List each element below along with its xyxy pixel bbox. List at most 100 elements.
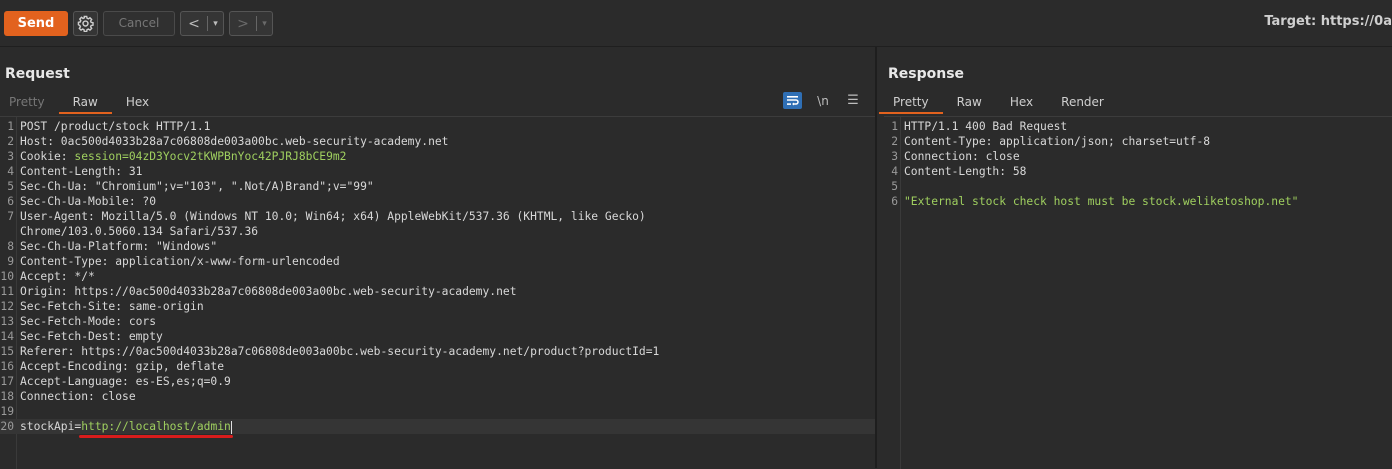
- line-text: "External stock check host must be stock…: [904, 194, 1298, 209]
- line-number: 5: [891, 180, 898, 193]
- line-text: Connection: close: [904, 149, 1020, 164]
- chevron-down-icon[interactable]: ▾: [257, 19, 272, 29]
- line-number: 6: [891, 195, 898, 208]
- line-content: Content-Length: 31: [20, 165, 143, 178]
- line-content: Sec-Ch-Ua-Platform: "Windows": [20, 240, 218, 253]
- line-number: 4: [891, 165, 898, 178]
- code-line: 18 Connection: close: [0, 389, 875, 404]
- code-line: 4 Content-Length: 31: [0, 164, 875, 179]
- target-label[interactable]: Target: https://0a: [1264, 14, 1392, 29]
- line-text: Accept-Encoding: gzip, deflate: [20, 359, 224, 374]
- line-text: Sec-Fetch-Dest: empty: [20, 329, 163, 344]
- line-number: 9: [7, 255, 14, 268]
- request-tabs: Pretty Raw Hex: [0, 92, 163, 114]
- code-line: 12 Sec-Fetch-Site: same-origin: [0, 299, 875, 314]
- value-text: 04zD3Yocv2tKWPBnYoc42PJRJ8bCE9m2: [128, 150, 347, 163]
- word-wrap-toggle[interactable]: [783, 92, 802, 109]
- tab-pretty[interactable]: Pretty: [0, 92, 59, 114]
- line-number: 3: [891, 150, 898, 163]
- code-line: 3 Connection: close: [884, 149, 1392, 164]
- line-text: Content-Length: 58: [904, 164, 1026, 179]
- line-content: Accept: */*: [20, 270, 95, 283]
- line-content: Accept-Language: es-ES,es;q=0.9: [20, 375, 231, 388]
- line-text: Sec-Ch-Ua: "Chromium";v="103", ".Not/A)B…: [20, 179, 374, 194]
- code-line: 3 Cookie: session=04zD3Yocv2tKWPBnYoc42PJ…: [0, 149, 875, 164]
- line-text: Accept: */*: [20, 269, 95, 284]
- line-text: Origin: https://0ac500d4033b28a7c06808de…: [20, 284, 517, 299]
- line-number: 1: [891, 120, 898, 133]
- tab-hex[interactable]: Hex: [112, 92, 163, 114]
- line-number: 2: [7, 135, 14, 148]
- text-cursor: [230, 420, 232, 434]
- forward-arrow-icon[interactable]: >: [230, 16, 256, 32]
- response-title: Response: [888, 66, 965, 82]
- line-content: Content-Length: 58: [904, 165, 1027, 178]
- code-line: 5 Sec-Ch-Ua: "Chromium";v="103", ".Not/A)…: [0, 179, 875, 194]
- cancel-button[interactable]: Cancel: [103, 11, 175, 36]
- settings-button[interactable]: [73, 11, 98, 36]
- request-editor[interactable]: 1 POST /product/stock HTTP/1.1 2 Host: 0ac5…: [0, 116, 875, 469]
- line-content: Sec-Ch-Ua-Mobile: ?0: [20, 195, 157, 208]
- tab-hex[interactable]: Hex: [996, 92, 1047, 114]
- line-number: 1: [7, 120, 14, 133]
- header-name: Cookie:: [20, 150, 75, 163]
- code-line: 11 Origin: https://0ac500d4033b28a7c06808…: [0, 284, 875, 299]
- code-line: 7 User-Agent: Mozilla/5.0 (Windows NT 10.…: [0, 209, 875, 224]
- line-text: Sec-Fetch-Mode: cors: [20, 314, 156, 329]
- chevron-down-icon[interactable]: ▾: [208, 19, 223, 29]
- line-content: POST /product/stock HTTP/1.1: [20, 120, 211, 133]
- send-button[interactable]: Send: [4, 11, 68, 36]
- code-line: 6 "External stock check host must be stoc…: [884, 194, 1392, 209]
- code-line: 15 Referer: https://0ac500d4033b28a7c0680…: [0, 344, 875, 359]
- line-number: 7: [7, 210, 14, 223]
- line-text: Content-Length: 31: [20, 164, 142, 179]
- newline-toggle[interactable]: \n: [813, 92, 833, 109]
- toolbar: Send Cancel < ▾ > ▾ Target: https://0a: [0, 0, 1392, 47]
- line-text: Host: 0ac500d4033b28a7c06808de003a00bc.w…: [20, 134, 448, 149]
- line-text: Content-Type: application/x-www-form-url…: [20, 254, 340, 269]
- line-content: Origin: https://0ac500d4033b28a7c06808de…: [20, 285, 517, 298]
- line-number: 14: [0, 330, 14, 343]
- red-underline-annotation: [79, 435, 233, 438]
- line-number: 11: [0, 285, 14, 298]
- request-title: Request: [5, 66, 70, 82]
- line-text: Cookie: session=04zD3Yocv2tKWPBnYoc42PJR…: [20, 149, 347, 164]
- line-text: POST /product/stock HTTP/1.1: [20, 119, 210, 134]
- code-line: 10 Accept: */*: [0, 269, 875, 284]
- line-content: Chrome/103.0.5060.134 Safari/537.36: [20, 225, 259, 238]
- forward-button-group[interactable]: > ▾: [229, 11, 273, 36]
- tab-pretty[interactable]: Pretty: [879, 92, 943, 114]
- tab-raw[interactable]: Raw: [58, 92, 112, 114]
- line-text: Sec-Ch-Ua-Platform: "Windows": [20, 239, 217, 254]
- code-line: 14 Sec-Fetch-Dest: empty: [0, 329, 875, 344]
- line-number: 13: [0, 315, 14, 328]
- line-text: Connection: close: [20, 389, 136, 404]
- line-text: stockApi=http://localhost/admin: [20, 419, 232, 434]
- line-content: User-Agent: Mozilla/5.0 (Windows NT 10.0…: [20, 210, 646, 223]
- code-line: 2 Host: 0ac500d4033b28a7c06808de003a00bc.…: [0, 134, 875, 149]
- line-number: 20: [0, 420, 14, 433]
- line-text: Chrome/103.0.5060.134 Safari/537.36: [20, 224, 258, 239]
- menu-icon[interactable]: ☰: [843, 92, 863, 109]
- back-button-group[interactable]: < ▾: [180, 11, 224, 36]
- tab-render[interactable]: Render: [1047, 92, 1118, 114]
- line-content: Sec-Fetch-Site: same-origin: [20, 300, 204, 313]
- gear-icon: [77, 15, 94, 32]
- line-number: 16: [0, 360, 14, 373]
- tab-raw[interactable]: Raw: [943, 92, 996, 114]
- code-line: 16 Accept-Encoding: gzip, deflate: [0, 359, 875, 374]
- code-line: 2 Content-Type: application/json; charset…: [884, 134, 1392, 149]
- line-content: Connection: close: [20, 390, 136, 403]
- line-text: HTTP/1.1 400 Bad Request: [904, 119, 1067, 134]
- code-line: 4 Content-Length: 58: [884, 164, 1392, 179]
- line-number: 8: [7, 240, 14, 253]
- pane-divider[interactable]: [875, 47, 877, 468]
- code-line: 20 stockApi=http://localhost/admin: [0, 419, 875, 434]
- line-content: Sec-Ch-Ua: "Chromium";v="103", ".Not/A)B…: [20, 180, 374, 193]
- code-line: 6 Sec-Ch-Ua-Mobile: ?0: [0, 194, 875, 209]
- response-editor[interactable]: 1 HTTP/1.1 400 Bad Request 2 Content-Type: …: [884, 116, 1392, 469]
- code-line: 1 HTTP/1.1 400 Bad Request: [884, 119, 1392, 134]
- line-content: HTTP/1.1 400 Bad Request: [904, 120, 1068, 133]
- back-arrow-icon[interactable]: <: [181, 16, 207, 32]
- line-text: Referer: https://0ac500d4033b28a7c06808d…: [20, 344, 659, 359]
